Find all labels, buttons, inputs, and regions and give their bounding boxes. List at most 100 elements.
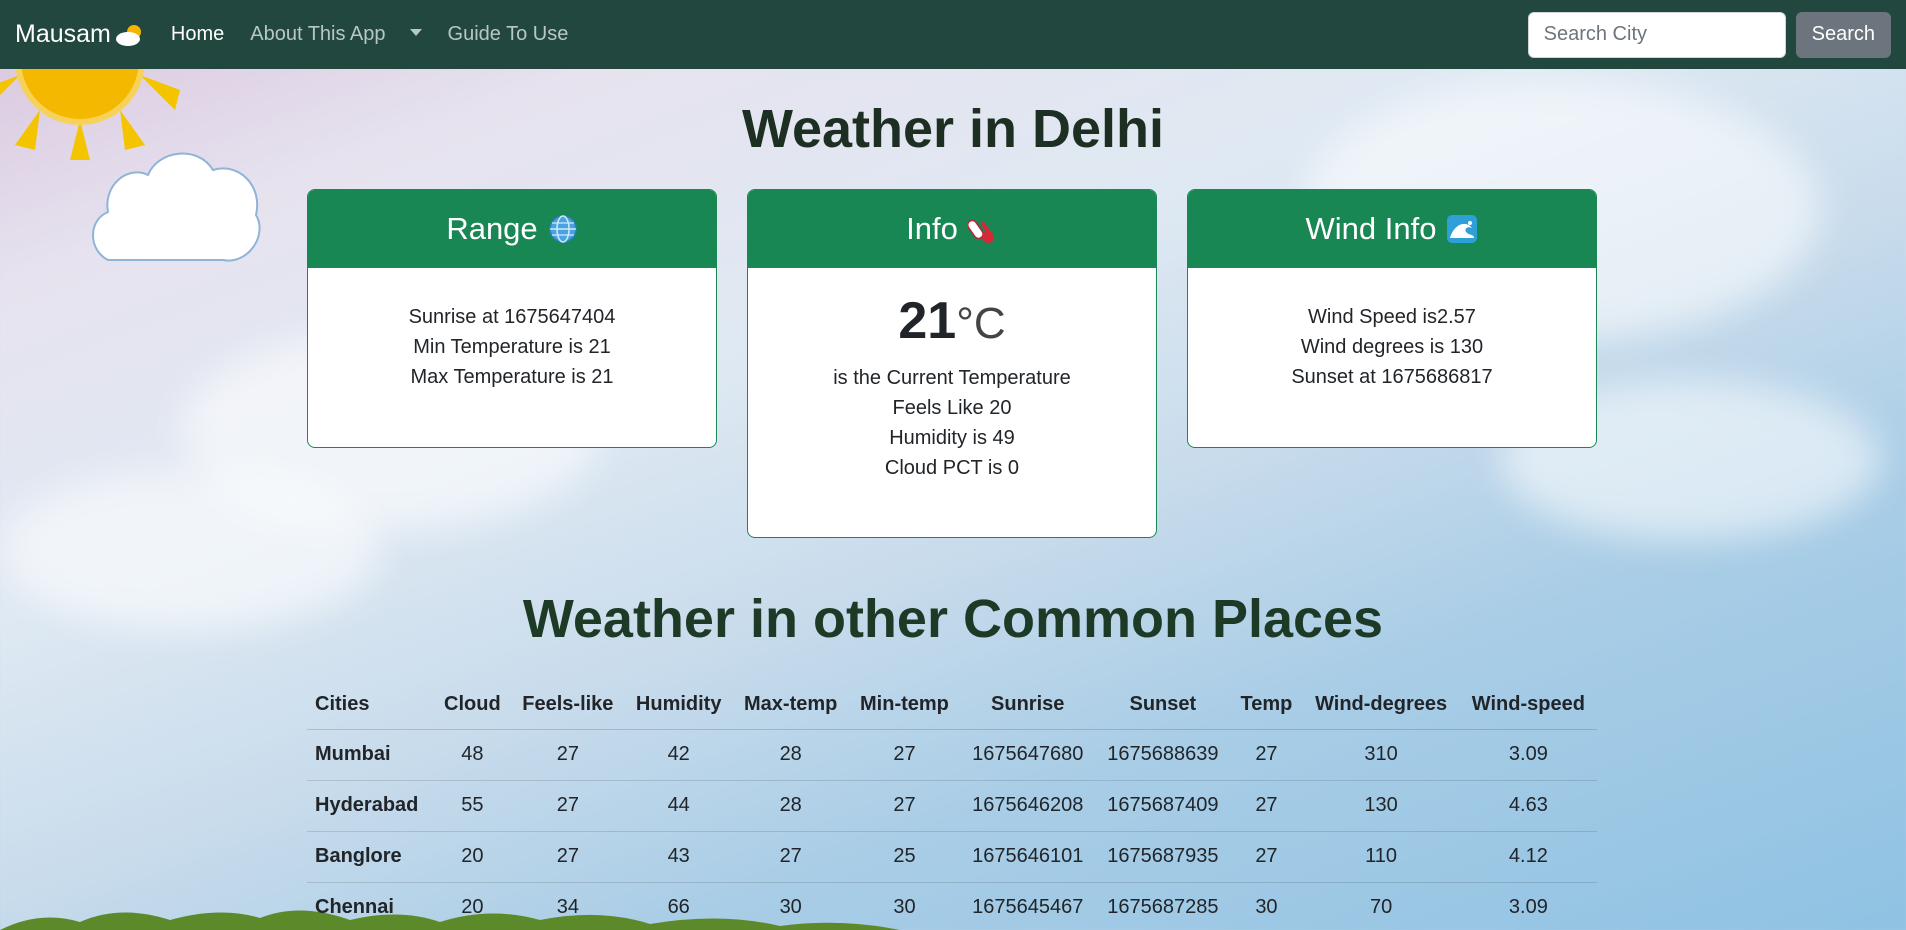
table-cell: 27 — [510, 729, 625, 781]
table-cell: Banglore — [307, 831, 434, 883]
table-cell: 30 — [848, 882, 961, 930]
col-humidity: Humidity — [624, 681, 733, 730]
table-cell: Chennai — [307, 882, 434, 930]
table-cell: 27 — [848, 780, 961, 832]
wind-card-title: Wind Info — [1305, 211, 1437, 246]
globe-icon — [548, 215, 577, 243]
table-cell: 44 — [624, 780, 733, 832]
table-cell: 4.12 — [1459, 831, 1597, 883]
current-temp-label: is the Current Temperature — [833, 367, 1071, 389]
table-cell: 27 — [510, 831, 625, 883]
sunrise-text: Sunrise at 1675647404 — [408, 306, 616, 328]
table-cell: 27 — [510, 780, 625, 832]
wind-degrees-text: Wind degrees is 130 — [1300, 336, 1484, 358]
table-cell: 1675646101 — [960, 831, 1096, 883]
wave-icon — [1447, 215, 1478, 243]
col-min-temp: Min-temp — [848, 681, 961, 730]
table-cell: 30 — [732, 882, 849, 930]
info-card-body: 21°C is the Current Temperature Feels Li… — [748, 268, 1156, 483]
cities-weather-table: Cities Cloud Feels-like Humidity Max-tem… — [307, 681, 1597, 930]
table-cell: 1675647680 — [960, 729, 1096, 781]
table-cell: 27 — [1230, 831, 1303, 883]
table-cell: 70 — [1302, 882, 1460, 930]
info-card-header: Info — [748, 190, 1156, 268]
table-cell: 27 — [732, 831, 849, 883]
current-temp: 21°C — [748, 292, 1156, 353]
table-cell: 130 — [1302, 780, 1460, 832]
table-cell: 48 — [433, 729, 511, 781]
table-body: Mumbai 48 27 42 28 27 1675647680 1675688639 27 31… — [307, 729, 1597, 930]
nav-about[interactable]: About This App — [250, 23, 385, 46]
col-wind-degrees: Wind-degrees — [1302, 681, 1460, 730]
table-cell: 28 — [732, 729, 849, 781]
info-card-title: Info — [906, 211, 958, 246]
table-cell: 110 — [1302, 831, 1460, 883]
search-input[interactable] — [1527, 11, 1786, 58]
col-max-temp: Max-temp — [732, 681, 849, 730]
table-header-row: Cities Cloud Feels-like Humidity Max-tem… — [307, 681, 1597, 730]
table-row: Mumbai 48 27 42 28 27 1675647680 1675688639 27 31… — [307, 729, 1597, 781]
range-card-body: Sunrise at 1675647404 Min Temperature is… — [308, 268, 716, 392]
min-temp-text: Min Temperature is 21 — [413, 336, 611, 358]
col-cities: Cities — [307, 681, 434, 730]
wind-card-body: Wind Speed is2.57 Wind degrees is 130 Su… — [1188, 268, 1596, 392]
table-row: Chennai 20 34 66 30 30 1675645467 1675687285 30 7… — [307, 882, 1597, 930]
nav-home[interactable]: Home — [171, 23, 224, 46]
table-cell: 1675687935 — [1095, 831, 1231, 883]
col-wind-speed: Wind-speed — [1459, 681, 1597, 730]
table-cell: 34 — [510, 882, 625, 930]
table-cell: 1675645467 — [960, 882, 1096, 930]
chevron-down-icon[interactable] — [409, 29, 422, 36]
table-cell: 1675646208 — [960, 780, 1096, 832]
wind-card-header: Wind Info — [1188, 190, 1596, 268]
search-form: Search — [1527, 11, 1891, 58]
col-feels-like: Feels-like — [510, 681, 625, 730]
thermometer-icon — [967, 219, 994, 243]
table-cell: 3.09 — [1459, 882, 1597, 930]
table-cell: 4.63 — [1459, 780, 1597, 832]
navbar: Mausam Home About This App Guide To Use … — [0, 0, 1906, 69]
table-cell: 30 — [1230, 882, 1303, 930]
sun-cloud-icon — [115, 24, 141, 46]
col-cloud: Cloud — [433, 681, 511, 730]
sunset-text: Sunset at 1675686817 — [1291, 366, 1493, 388]
col-sunrise: Sunrise — [960, 681, 1096, 730]
table-cell: Mumbai — [307, 729, 434, 781]
table-cell: 43 — [624, 831, 733, 883]
humidity-text: Humidity is 49 — [889, 427, 1015, 449]
search-button[interactable]: Search — [1795, 11, 1891, 58]
temp-unit: °C — [956, 299, 1006, 348]
table-cell: 55 — [433, 780, 511, 832]
current-temp-value: 21 — [898, 292, 957, 350]
table-cell: 20 — [433, 831, 511, 883]
table-cell: 20 — [433, 882, 511, 930]
table-cell: 66 — [624, 882, 733, 930]
col-temp: Temp — [1230, 681, 1303, 730]
feels-like-text: Feels Like 20 — [892, 397, 1012, 419]
table-cell: 27 — [1230, 729, 1303, 781]
brand-logo[interactable]: Mausam — [15, 20, 145, 49]
table-cell: 3.09 — [1459, 729, 1597, 781]
table-cell: Hyderabad — [307, 780, 434, 832]
range-card-title: Range — [446, 211, 538, 246]
table-cell: 27 — [1230, 780, 1303, 832]
max-temp-text: Max Temperature is 21 — [410, 366, 614, 388]
section-title: Weather in other Common Places — [522, 589, 1384, 649]
nav-guide[interactable]: Guide To Use — [448, 23, 569, 46]
table-cell: 1675687409 — [1095, 780, 1231, 832]
cloud-illustration — [92, 152, 261, 262]
page-title: Weather in Delhi — [741, 99, 1165, 159]
table-cell: 1675687285 — [1095, 882, 1231, 930]
table-cell: 27 — [848, 729, 961, 781]
info-card: Info 21°C is the Current Temperature Fee… — [747, 189, 1157, 538]
table-row: Hyderabad 55 27 44 28 27 1675646208 1675687409 2… — [307, 780, 1597, 832]
table-row: Banglore 20 27 43 27 25 1675646101 1675687935 27… — [307, 831, 1597, 883]
wind-speed-text: Wind Speed is2.57 — [1308, 306, 1476, 328]
range-card-header: Range — [308, 190, 716, 268]
table-cell: 28 — [732, 780, 849, 832]
table-cell: 1675688639 — [1095, 729, 1231, 781]
wind-card: Wind Info Wind Speed is2.57 Wind degrees… — [1187, 189, 1597, 448]
range-card: Range Sunrise at 1675647404 Min Temperat… — [307, 189, 717, 448]
table-cell: 25 — [848, 831, 961, 883]
col-sunset: Sunset — [1095, 681, 1231, 730]
